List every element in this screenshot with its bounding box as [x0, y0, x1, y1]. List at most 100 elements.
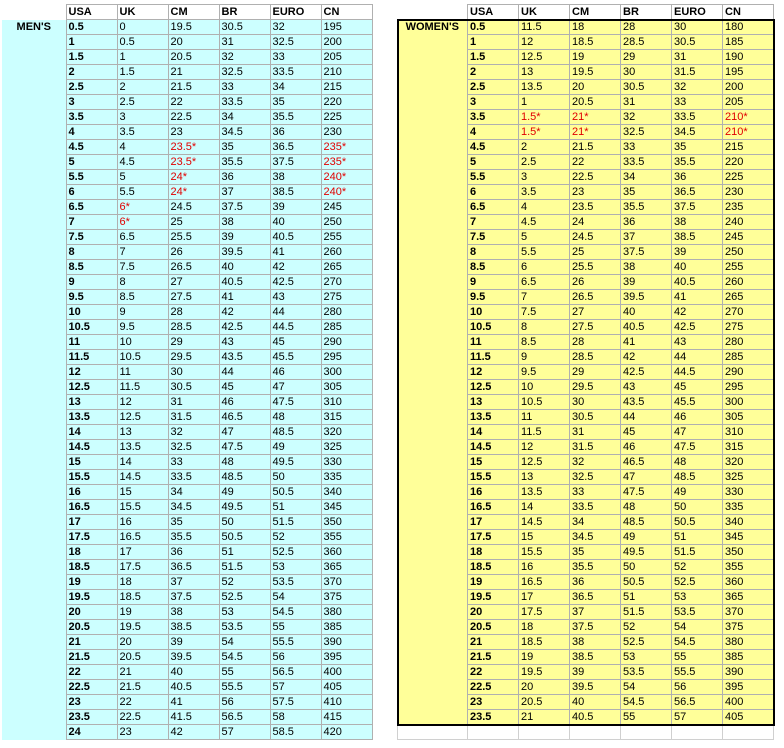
cell-br[interactable]: 49.5 — [218, 499, 271, 515]
cell-br[interactable]: 30.5 — [620, 79, 672, 95]
cell-uk[interactable]: 15 — [518, 529, 570, 545]
cell-cn[interactable]: 370 — [722, 604, 774, 620]
cell-uk[interactable]: 18 — [116, 574, 169, 590]
cell-cm[interactable]: 25 — [167, 214, 220, 230]
cell-cm[interactable]: 19.5 — [167, 19, 220, 35]
cell-euro[interactable]: 41 — [269, 244, 322, 260]
empty-cell[interactable] — [467, 724, 519, 740]
cell-cn[interactable]: 315 — [320, 409, 373, 425]
cell-euro[interactable]: 34.5 — [671, 124, 723, 140]
cell-uk[interactable]: 3.5 — [116, 124, 169, 140]
cell-uk[interactable]: 10.5 — [116, 349, 169, 365]
cell-br[interactable]: 42.5 — [218, 319, 271, 335]
cell-uk[interactable]: 13 — [518, 469, 570, 485]
cell-usa[interactable]: 20.5 — [65, 619, 118, 635]
cell-uk[interactable]: 20.5 — [518, 694, 570, 710]
cell-euro[interactable]: 40 — [671, 259, 723, 275]
cell-euro[interactable]: 38.5 — [671, 229, 723, 245]
cell-cn[interactable]: 270 — [320, 274, 373, 290]
cell-usa[interactable]: 5.5 — [65, 169, 118, 185]
cell-br[interactable]: 41 — [620, 334, 672, 350]
cell-euro[interactable]: 44 — [269, 304, 322, 320]
cell-uk[interactable]: 7.5 — [116, 259, 169, 275]
cell-uk[interactable]: 17 — [518, 589, 570, 605]
cell-br[interactable]: 39.5 — [620, 289, 672, 305]
cell-euro[interactable]: 36 — [671, 169, 723, 185]
cell-uk[interactable]: 16.5 — [116, 529, 169, 545]
cell-cm[interactable]: 21* — [569, 124, 621, 140]
cell-br[interactable]: 49 — [620, 529, 672, 545]
cell-cm[interactable]: 37 — [167, 574, 220, 590]
cell-euro[interactable]: 45 — [269, 334, 322, 350]
cell-euro[interactable]: 56.5 — [269, 664, 322, 680]
cell-br[interactable]: 33.5 — [218, 94, 271, 110]
cell-usa[interactable]: 22.5 — [467, 679, 519, 695]
cell-euro[interactable]: 54.5 — [269, 604, 322, 620]
cell-uk[interactable]: 4 — [518, 199, 570, 215]
cell-cm[interactable]: 39.5 — [569, 679, 621, 695]
cell-br[interactable]: 54 — [218, 634, 271, 650]
cell-usa[interactable]: 0.5 — [65, 19, 118, 35]
cell-br[interactable]: 47.5 — [218, 439, 271, 455]
cell-cm[interactable]: 32.5 — [569, 469, 621, 485]
cell-usa[interactable]: 4 — [467, 124, 519, 140]
cell-uk[interactable]: 12.5 — [518, 454, 570, 470]
cell-usa[interactable]: 18.5 — [467, 559, 519, 575]
cell-cm[interactable]: 38.5 — [569, 649, 621, 665]
cell-br[interactable]: 48 — [620, 499, 672, 515]
cell-uk[interactable]: 3 — [518, 169, 570, 185]
cell-uk[interactable]: 4 — [116, 139, 169, 155]
cell-usa[interactable]: 13 — [65, 394, 118, 410]
cell-uk[interactable]: 19.5 — [116, 619, 169, 635]
cell-uk[interactable]: 13 — [518, 64, 570, 80]
cell-br[interactable]: 36 — [620, 214, 672, 230]
cell-euro[interactable]: 53.5 — [269, 574, 322, 590]
cell-euro[interactable]: 31 — [671, 49, 723, 65]
cell-br[interactable]: 48.5 — [620, 514, 672, 530]
cell-usa[interactable]: 5 — [65, 154, 118, 170]
cell-cm[interactable]: 40 — [167, 664, 220, 680]
cell-uk[interactable]: 22 — [116, 694, 169, 710]
empty-cell[interactable] — [518, 724, 570, 740]
cell-cm[interactable]: 27.5 — [167, 289, 220, 305]
cell-uk[interactable]: 1.5 — [116, 64, 169, 80]
cell-euro[interactable]: 33.5 — [269, 64, 322, 80]
cell-cm[interactable]: 33.5 — [569, 499, 621, 515]
cell-euro[interactable]: 57 — [671, 709, 723, 725]
cell-uk[interactable]: 21 — [518, 709, 570, 725]
cell-cn[interactable]: 305 — [722, 409, 774, 425]
cell-uk[interactable]: 3.5 — [518, 184, 570, 200]
cell-uk[interactable]: 20 — [116, 634, 169, 650]
cell-br[interactable]: 48 — [218, 454, 271, 470]
cell-cm[interactable]: 27.5 — [569, 319, 621, 335]
cell-cn[interactable]: 370 — [320, 574, 373, 590]
cell-usa[interactable]: 11 — [467, 334, 519, 350]
cell-usa[interactable]: 1 — [467, 34, 519, 50]
cell-uk[interactable]: 10.5 — [518, 394, 570, 410]
cell-uk[interactable]: 11 — [518, 409, 570, 425]
cell-cn[interactable]: 185 — [722, 34, 774, 50]
cell-cn[interactable]: 230 — [320, 124, 373, 140]
cell-euro[interactable]: 48 — [671, 454, 723, 470]
cell-cm[interactable]: 31 — [569, 424, 621, 440]
cell-cm[interactable]: 38 — [569, 634, 621, 650]
cell-cm[interactable]: 38 — [167, 604, 220, 620]
cell-br[interactable]: 50.5 — [620, 574, 672, 590]
cell-uk[interactable]: 8.5 — [518, 334, 570, 350]
cell-usa[interactable]: 8 — [467, 244, 519, 260]
cell-cn[interactable]: 375 — [320, 589, 373, 605]
cell-br[interactable]: 44 — [218, 364, 271, 380]
cell-cm[interactable]: 23.5* — [167, 154, 220, 170]
cell-br[interactable]: 47 — [620, 469, 672, 485]
cell-br[interactable]: 47 — [218, 424, 271, 440]
cell-euro[interactable]: 43 — [269, 289, 322, 305]
cell-usa[interactable]: 17.5 — [65, 529, 118, 545]
cell-cm[interactable]: 20 — [167, 34, 220, 50]
cell-euro[interactable]: 32.5 — [269, 34, 322, 50]
cell-cm[interactable]: 33 — [569, 484, 621, 500]
cell-euro[interactable]: 55.5 — [269, 634, 322, 650]
column-header-usa[interactable]: USA — [65, 4, 118, 20]
cell-br[interactable]: 34 — [620, 169, 672, 185]
cell-usa[interactable]: 15.5 — [467, 469, 519, 485]
cell-cn[interactable]: 320 — [320, 424, 373, 440]
